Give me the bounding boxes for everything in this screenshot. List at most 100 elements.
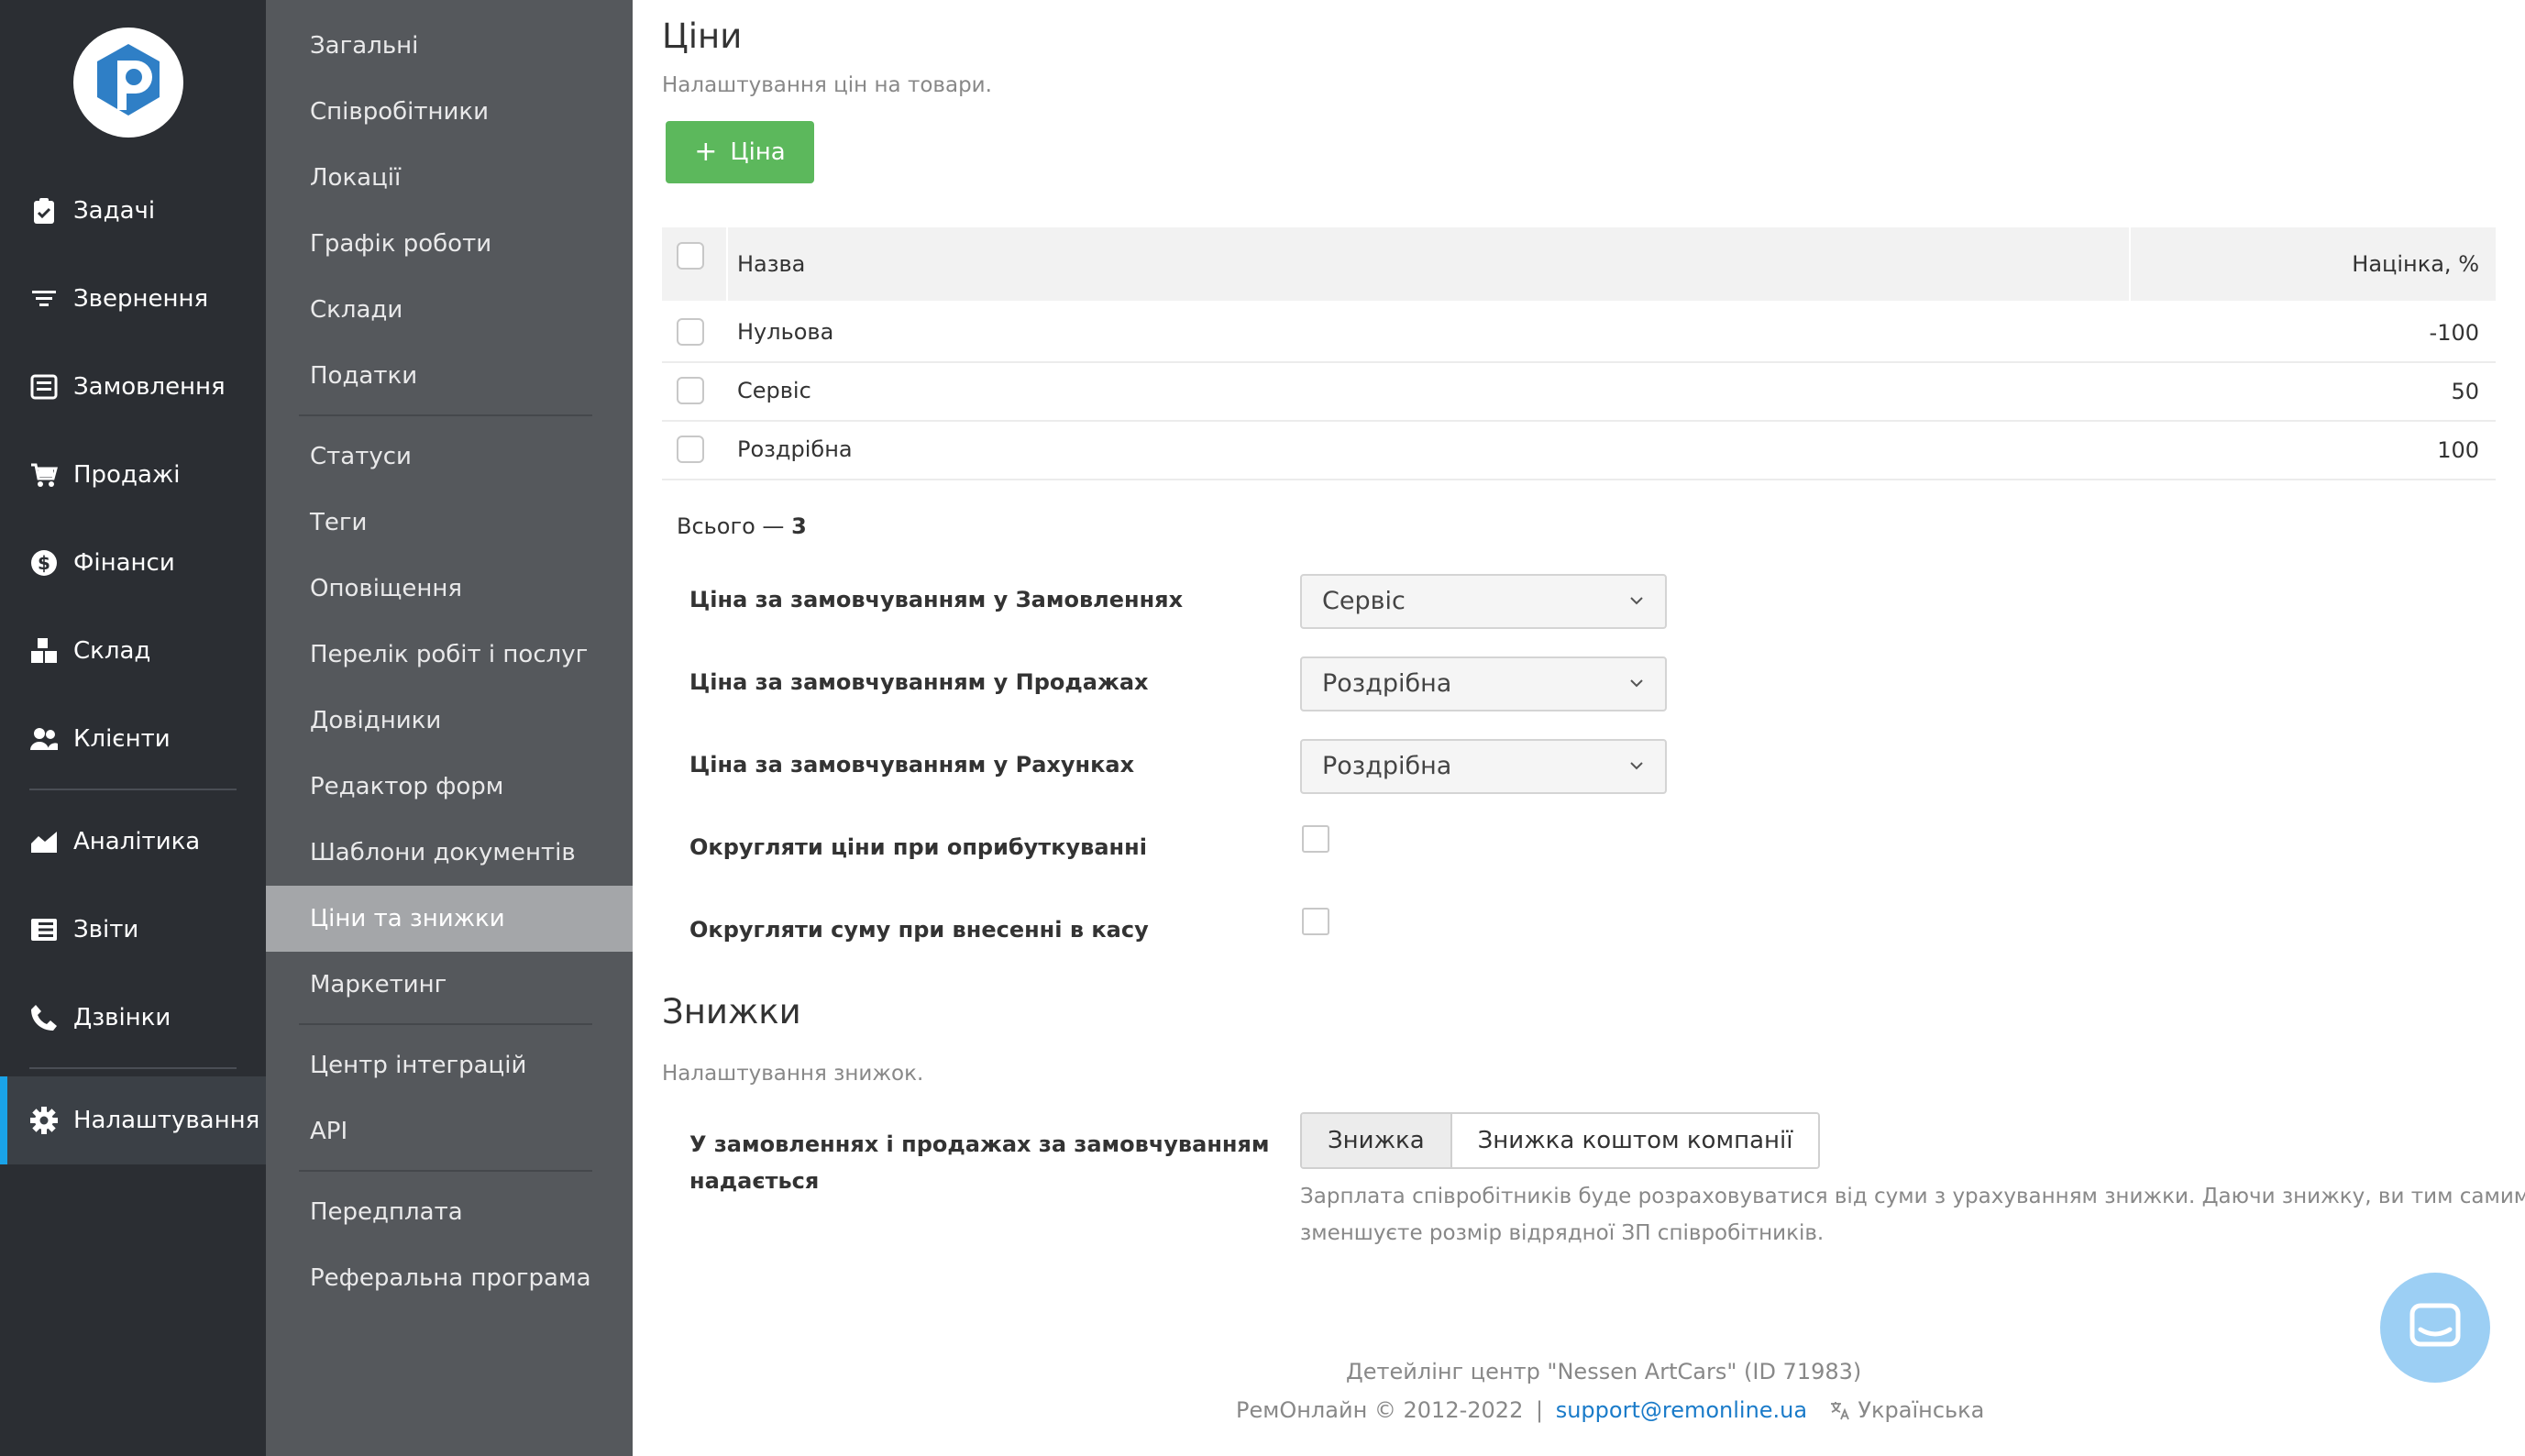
row-checkbox[interactable] bbox=[677, 377, 704, 404]
column-header-markup[interactable]: Націнка, % bbox=[2352, 227, 2479, 301]
nav-item-tasks[interactable]: Задачі bbox=[0, 167, 266, 255]
nav-item-label: Звернення bbox=[73, 285, 209, 313]
menu-item-locations[interactable]: Локації bbox=[266, 145, 633, 211]
menu-item-label: Довідники bbox=[310, 707, 442, 734]
nav-item-clients[interactable]: Клієнти bbox=[0, 695, 266, 783]
select-value: Роздрібна bbox=[1322, 669, 1452, 698]
nav-item-label: Аналітика bbox=[73, 828, 201, 855]
price-name[interactable]: Роздрібна bbox=[737, 420, 853, 479]
nav-item-warehouse[interactable]: Склад bbox=[0, 607, 266, 695]
menu-item-label: Графік роботи bbox=[310, 230, 492, 258]
menu-item-doc-templates[interactable]: Шаблони документів bbox=[266, 820, 633, 886]
discounts-subtitle: Налаштування знижок. bbox=[662, 1062, 924, 1086]
prices-subtitle: Налаштування цін на товари. bbox=[662, 73, 992, 97]
menu-item-label: Локації bbox=[310, 164, 402, 192]
round-prices-label: Округляти ціни при оприбуткуванні bbox=[689, 834, 1147, 860]
menu-item-form-editor[interactable]: Редактор форм bbox=[266, 754, 633, 820]
nav-item-reports[interactable]: Звіти bbox=[0, 886, 266, 974]
round-sum-checkbox[interactable] bbox=[1302, 908, 1329, 935]
default-invoices-label: Ціна за замовчуванням у Рахунках bbox=[689, 752, 1135, 778]
footer-company: Детейлінг центр "Nessen ArtCars" (ID 719… bbox=[1346, 1359, 1862, 1384]
default-sales-select[interactable]: Роздрібна bbox=[1300, 656, 1667, 711]
support-email-link[interactable]: support@remonline.ua bbox=[1556, 1397, 1807, 1423]
table-row[interactable]: Сервіс 50 bbox=[662, 361, 2496, 422]
default-orders-select[interactable]: Сервіс bbox=[1300, 574, 1667, 629]
default-discount-label: У замовленнях і продажах за замовчування… bbox=[689, 1126, 1270, 1199]
menu-item-services[interactable]: Перелік робіт і послуг bbox=[266, 622, 633, 688]
row-checkbox[interactable] bbox=[677, 318, 704, 346]
price-markup: 50 bbox=[2451, 379, 2479, 404]
order-form-icon bbox=[30, 374, 58, 400]
language-switcher[interactable]: Українська bbox=[1829, 1397, 1985, 1423]
table-row[interactable]: Нульова -100 bbox=[662, 303, 2496, 363]
plus-icon: + bbox=[694, 136, 718, 168]
footer-separator: | bbox=[1535, 1397, 1544, 1423]
dollar-circle-icon: $ bbox=[31, 550, 57, 576]
menu-item-notifications[interactable]: Оповіщення bbox=[266, 556, 633, 622]
menu-item-marketing[interactable]: Маркетинг bbox=[266, 952, 633, 1018]
row-checkbox[interactable] bbox=[677, 436, 704, 463]
add-price-button[interactable]: + Ціна bbox=[666, 121, 814, 183]
chat-button[interactable] bbox=[2380, 1273, 2490, 1383]
nav-item-analytics[interactable]: Аналітика bbox=[0, 798, 266, 886]
price-markup: -100 bbox=[2429, 320, 2479, 346]
menu-item-employees[interactable]: Співробітники bbox=[266, 79, 633, 145]
select-value: Роздрібна bbox=[1322, 752, 1452, 780]
total-value: 3 bbox=[791, 513, 807, 539]
price-name[interactable]: Нульова bbox=[737, 303, 833, 361]
menu-item-label: API bbox=[310, 1118, 348, 1145]
menu-item-label: Реферальна програма bbox=[310, 1264, 591, 1292]
nav-item-sales[interactable]: Продажі bbox=[0, 431, 266, 519]
nav-item-requests[interactable]: Звернення bbox=[0, 255, 266, 343]
menu-item-label: Ціни та знижки bbox=[310, 905, 505, 932]
menu-item-label: Маркетинг bbox=[310, 971, 447, 998]
select-all-checkbox[interactable] bbox=[677, 242, 704, 270]
menu-item-label: Оповіщення bbox=[310, 575, 463, 602]
menu-item-taxes[interactable]: Податки bbox=[266, 343, 633, 409]
menu-item-statuses[interactable]: Статуси bbox=[266, 424, 633, 490]
chevron-down-icon bbox=[1630, 597, 1643, 605]
menu-item-label: Центр інтеграцій bbox=[310, 1052, 527, 1079]
cart-icon bbox=[31, 463, 58, 487]
menu-item-api[interactable]: API bbox=[266, 1098, 633, 1164]
nav-item-calls[interactable]: Дзвінки bbox=[0, 974, 266, 1062]
menu-item-label: Перелік робіт і послуг bbox=[310, 641, 589, 668]
discount-type-toggle[interactable]: Знижка Знижка коштом компанії bbox=[1300, 1112, 1821, 1169]
nav-item-settings[interactable]: Налаштування bbox=[0, 1076, 266, 1164]
menu-item-directories[interactable]: Довідники bbox=[266, 688, 633, 754]
nav-item-orders[interactable]: Замовлення bbox=[0, 343, 266, 431]
column-header-name[interactable]: Назва bbox=[737, 227, 805, 301]
discount-option-discount[interactable]: Знижка bbox=[1302, 1114, 1452, 1167]
menu-item-referral[interactable]: Реферальна програма bbox=[266, 1245, 633, 1311]
menu-item-schedule[interactable]: Графік роботи bbox=[266, 211, 633, 277]
area-chart-icon bbox=[31, 832, 57, 853]
svg-text:$: $ bbox=[38, 552, 50, 574]
price-name[interactable]: Сервіс bbox=[737, 361, 811, 420]
round-prices-checkbox[interactable] bbox=[1302, 825, 1329, 853]
discount-option-company-funded[interactable]: Знижка коштом компанії bbox=[1451, 1114, 1819, 1167]
prices-table-header: Назва Націнка, % bbox=[662, 227, 2496, 301]
menu-item-label: Співробітники bbox=[310, 98, 490, 126]
nav-item-label: Задачі bbox=[73, 197, 156, 225]
default-invoices-select[interactable]: Роздрібна bbox=[1300, 739, 1667, 794]
header-divider bbox=[2129, 227, 2131, 301]
menu-item-label: Теги bbox=[310, 509, 368, 536]
menu-item-integrations[interactable]: Центр інтеграцій bbox=[266, 1032, 633, 1098]
remonline-logo[interactable] bbox=[73, 28, 183, 138]
nav-item-label: Фінанси bbox=[73, 549, 175, 577]
nav-item-finance[interactable]: $ Фінанси bbox=[0, 519, 266, 607]
language-label: Українська bbox=[1858, 1397, 1985, 1423]
menu-item-label: Податки bbox=[310, 362, 418, 390]
menu-item-warehouses[interactable]: Склади bbox=[266, 277, 633, 343]
nav-item-label: Дзвінки bbox=[73, 1004, 171, 1031]
menu-item-subscription[interactable]: Передплата bbox=[266, 1179, 633, 1245]
default-sales-label: Ціна за замовчуванням у Продажах bbox=[689, 669, 1149, 695]
discount-note-line1: Зарплата співробітників буде розраховува… bbox=[1300, 1185, 2525, 1208]
filter-lines-icon bbox=[32, 291, 56, 306]
table-row[interactable]: Роздрібна 100 bbox=[662, 420, 2496, 480]
chat-bubble-icon bbox=[2409, 1303, 2461, 1347]
nav-divider bbox=[29, 789, 237, 790]
menu-item-general[interactable]: Загальні bbox=[266, 13, 633, 79]
menu-item-prices-discounts[interactable]: Ціни та знижки bbox=[266, 886, 633, 952]
menu-item-tags[interactable]: Теги bbox=[266, 490, 633, 556]
